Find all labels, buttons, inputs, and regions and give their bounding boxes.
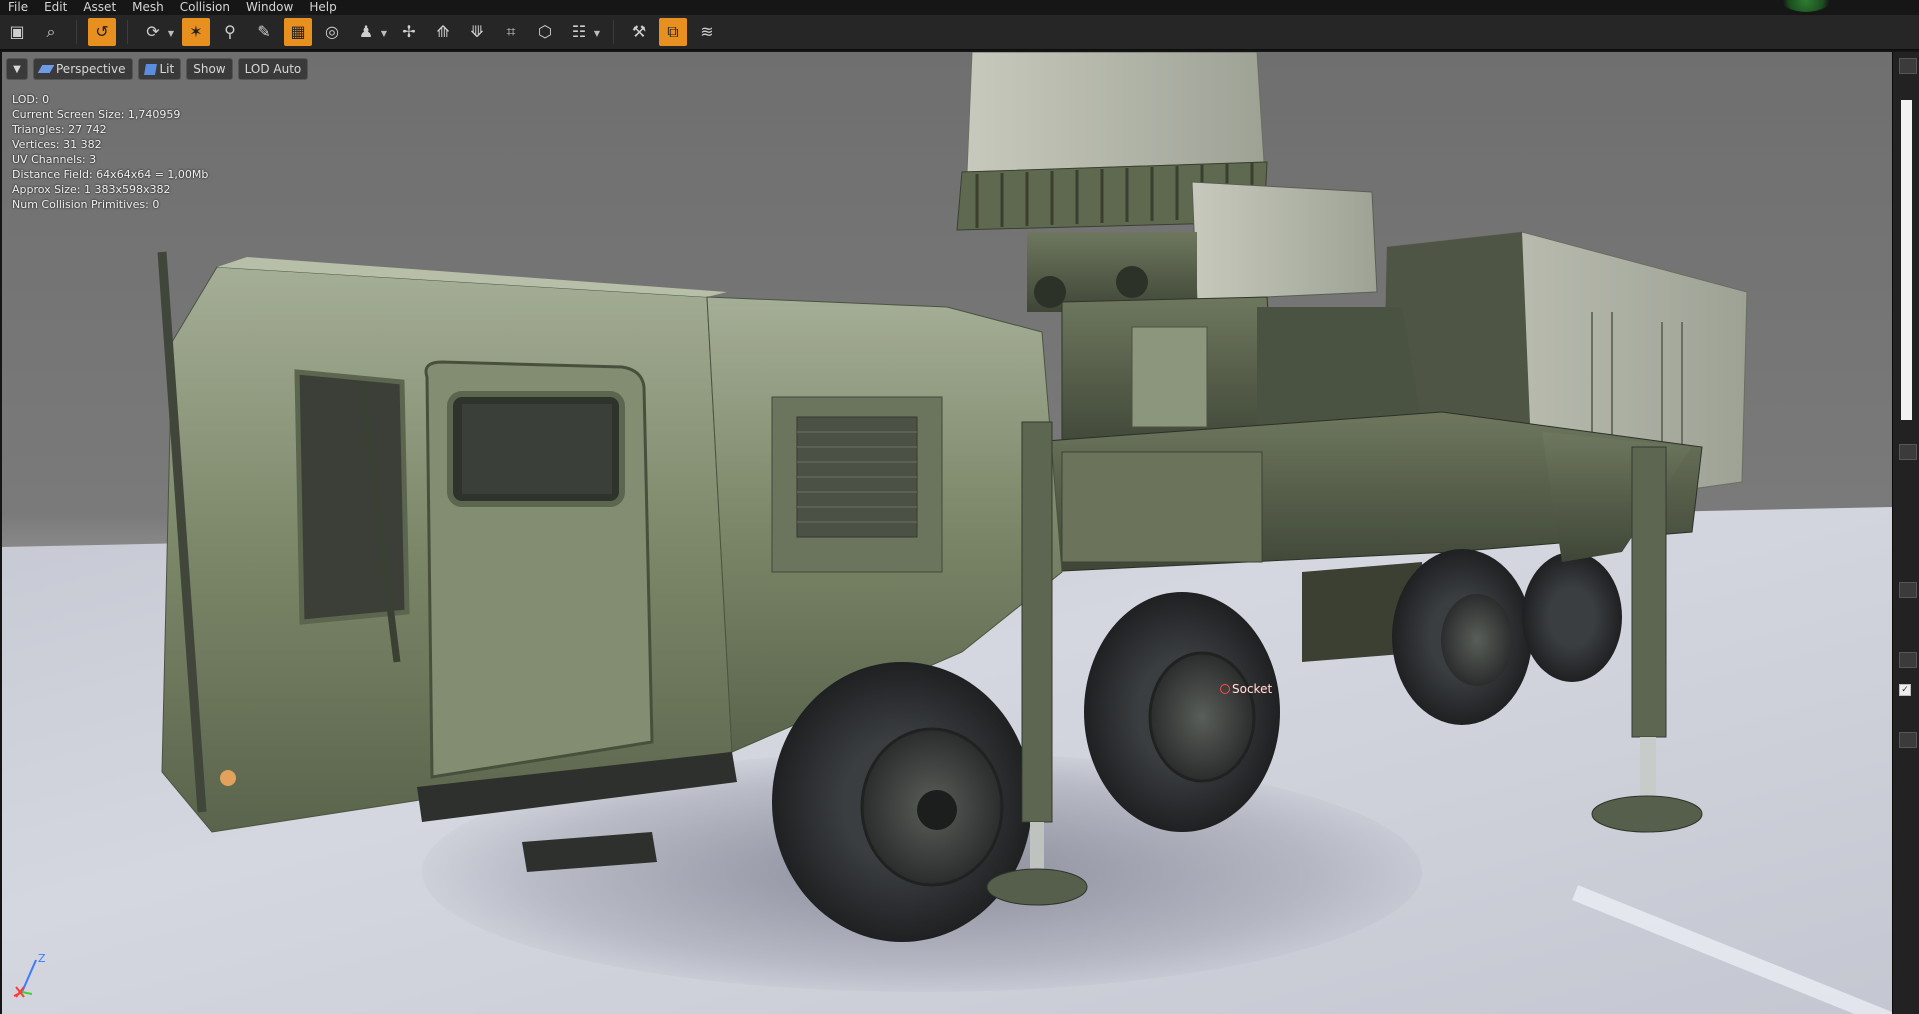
socket-marker[interactable]: Socket (1220, 682, 1272, 696)
stat-collision-primitives: Num Collision Primitives: 0 (12, 198, 160, 211)
stat-uv-channels: UV Channels: 3 (12, 153, 97, 166)
tools-icon: ⚒ (631, 22, 647, 41)
perspective-icon (37, 65, 55, 73)
bounds-button[interactable]: ◎ (318, 18, 346, 46)
lod-button[interactable]: LOD Auto (237, 58, 309, 80)
socket-label: Socket (1232, 682, 1273, 696)
toolbar-separator (613, 20, 614, 44)
stat-screen-size: Current Screen Size: 1,740959 (12, 108, 181, 121)
details-edit-icon[interactable] (1899, 732, 1917, 748)
save-button[interactable]: ▣ (3, 18, 31, 46)
vertex-colors-button[interactable]: ⬡ (531, 18, 559, 46)
binormals-icon: ⟱ (470, 22, 484, 41)
uv-overlay-button[interactable]: ⌗ (497, 18, 525, 46)
chevron-down-icon: ▼ (13, 63, 21, 75)
perspective-label: Perspective (56, 62, 126, 76)
grid-button[interactable]: ▦ (284, 18, 312, 46)
axis-widget: Z (10, 952, 50, 1002)
viewport-options-button[interactable]: ▼ (6, 58, 28, 80)
lit-icon (143, 63, 157, 75)
details-scrollbar[interactable] (1901, 100, 1912, 420)
stat-distance-field: Distance Field: 64x64x64 = 1,00Mb (12, 168, 209, 181)
menu-mesh[interactable]: Mesh (124, 0, 172, 15)
menu-edit[interactable]: Edit (36, 0, 75, 15)
menu-file[interactable]: File (0, 0, 36, 15)
perspective-button[interactable]: Perspective (33, 58, 133, 80)
find-in-content-browser-icon: ⌕ (46, 22, 56, 41)
sockets-button[interactable]: ✶ (182, 18, 210, 46)
viewport-toolbar: ▼ Perspective Lit Show LOD Auto (6, 58, 309, 80)
show-label: Show (193, 62, 226, 76)
save-icon: ▣ (9, 22, 25, 41)
menu-bar: File Edit Asset Mesh Collision Window Help (0, 0, 1919, 15)
layers-button[interactable]: ≋ (693, 18, 721, 46)
toolbar-separator (127, 20, 128, 44)
lod-label: LOD Auto (244, 62, 302, 76)
toolbar: ▣ ⌕ ↺ ⟳ ▼ ✶ ⚲ ✎ ▦ ◎ ♟ ▼ ✢ ⟰ ⟱ ⌗ ⬡ ☷ ▼ ⚒ ⧉ ≋ (0, 15, 1919, 50)
uv-overlay-icon: ⌗ (506, 22, 516, 41)
find-in-content-browser-button[interactable]: ⌕ (37, 18, 65, 46)
axis-z-label: Z (38, 952, 46, 965)
details-panel-edge: ✓ (1892, 52, 1919, 1014)
search-icon[interactable] (1899, 58, 1917, 74)
vertex-colors-icon: ⬡ (538, 22, 552, 41)
camera-orbit-icon: ⟳ (146, 22, 160, 41)
sockets-icon: ✶ (189, 22, 203, 41)
stat-vertices: Vertices: 31 382 (12, 138, 102, 151)
layers-icon: ≋ (700, 22, 714, 41)
menu-help[interactable]: Help (301, 0, 344, 15)
lit-label: Lit (159, 62, 175, 76)
collision-button[interactable]: ♟ ▼ (352, 18, 387, 46)
stat-triangles: Triangles: 27 742 (12, 123, 107, 136)
toolbar-separator (76, 20, 77, 44)
mesh-stats-overlay: LOD: 0 Current Screen Size: 1,740959 Tri… (12, 92, 208, 212)
socket-icon (1220, 684, 1230, 694)
radar-truck-mesh (157, 52, 1748, 942)
menu-collision[interactable]: Collision (172, 0, 238, 15)
tools-button[interactable]: ⚒ (625, 18, 653, 46)
details-toggle-button[interactable]: ⧉ (659, 18, 687, 46)
details-checkbox[interactable]: ✓ (1899, 684, 1911, 696)
bounds-icon: ◎ (325, 22, 339, 41)
details-field[interactable] (1899, 582, 1917, 598)
details-field[interactable] (1899, 652, 1917, 668)
menu-asset[interactable]: Asset (75, 0, 124, 15)
chevron-down-icon[interactable]: ▼ (594, 29, 600, 38)
pivot-button[interactable]: ⚲ (216, 18, 244, 46)
normals-button[interactable]: ✢ (395, 18, 423, 46)
stat-approx-size: Approx Size: 1 383x598x382 (12, 183, 171, 196)
menu-window[interactable]: Window (238, 0, 301, 15)
collision-icon: ♟ (358, 22, 374, 41)
lod-settings-button[interactable]: ☷ ▼ (565, 18, 600, 46)
tangents-icon: ⟰ (436, 22, 450, 41)
viewport[interactable]: ▼ Perspective Lit Show LOD Auto LOD: 0 C… (2, 52, 1892, 1014)
details-field[interactable] (1899, 444, 1917, 460)
normals-icon: ✢ (402, 22, 416, 41)
grid-icon: ▦ (290, 22, 306, 41)
show-button[interactable]: Show (186, 58, 233, 80)
details-toggle-icon: ⧉ (667, 22, 679, 41)
reimport-icon: ↺ (95, 22, 109, 41)
reimport-button[interactable]: ↺ (88, 18, 116, 46)
edit-paint-icon: ✎ (257, 22, 271, 41)
lod-settings-icon: ☷ (571, 22, 587, 41)
tangents-button[interactable]: ⟰ (429, 18, 457, 46)
pivot-icon: ⚲ (224, 22, 236, 41)
lit-button[interactable]: Lit (137, 58, 182, 80)
chevron-down-icon[interactable]: ▼ (381, 29, 387, 38)
camera-orbit-button[interactable]: ⟳ ▼ (139, 18, 174, 46)
chevron-down-icon[interactable]: ▼ (168, 29, 174, 38)
binormals-button[interactable]: ⟱ (463, 18, 491, 46)
stat-lod: LOD: 0 (12, 93, 50, 106)
edit-paint-button[interactable]: ✎ (250, 18, 278, 46)
